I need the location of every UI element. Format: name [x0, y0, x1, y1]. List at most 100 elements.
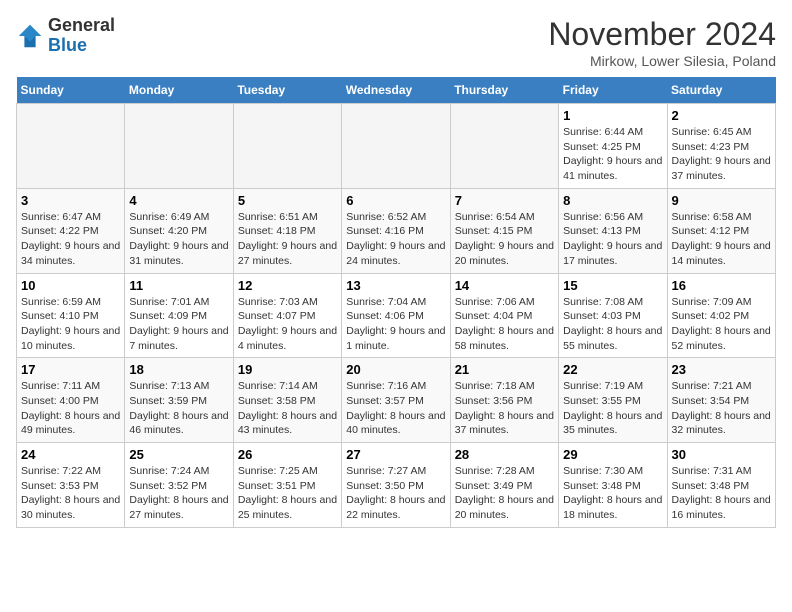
- month-title: November 2024: [548, 16, 776, 53]
- day-number: 8: [563, 193, 662, 208]
- day-number: 26: [238, 447, 337, 462]
- day-number: 22: [563, 362, 662, 377]
- calendar-cell: 26 Sunrise: 7:25 AMSunset: 3:51 PMDayligh…: [233, 443, 341, 528]
- day-info: Sunrise: 7:19 AMSunset: 3:55 PMDaylight:…: [563, 379, 662, 438]
- day-number: 27: [346, 447, 445, 462]
- day-info: Sunrise: 7:25 AMSunset: 3:51 PMDaylight:…: [238, 464, 337, 523]
- column-header-thursday: Thursday: [450, 77, 558, 104]
- calendar-week-1: 1 Sunrise: 6:44 AMSunset: 4:25 PMDaylight…: [17, 104, 776, 189]
- calendar-cell: 30 Sunrise: 7:31 AMSunset: 3:48 PMDayligh…: [667, 443, 775, 528]
- calendar-cell: 14 Sunrise: 7:06 AMSunset: 4:04 PMDayligh…: [450, 273, 558, 358]
- calendar-cell: 15 Sunrise: 7:08 AMSunset: 4:03 PMDayligh…: [559, 273, 667, 358]
- day-info: Sunrise: 6:51 AMSunset: 4:18 PMDaylight:…: [238, 210, 337, 269]
- day-info: Sunrise: 7:30 AMSunset: 3:48 PMDaylight:…: [563, 464, 662, 523]
- day-number: 11: [129, 278, 228, 293]
- day-number: 24: [21, 447, 120, 462]
- calendar-cell: 28 Sunrise: 7:28 AMSunset: 3:49 PMDayligh…: [450, 443, 558, 528]
- calendar-week-4: 17 Sunrise: 7:11 AMSunset: 4:00 PMDayligh…: [17, 358, 776, 443]
- calendar-cell: 4Sunrise: 6:49 AMSunset: 4:20 PMDaylight…: [125, 188, 233, 273]
- day-info: Sunrise: 7:06 AMSunset: 4:04 PMDaylight:…: [455, 295, 554, 354]
- calendar-cell: 19 Sunrise: 7:14 AMSunset: 3:58 PMDayligh…: [233, 358, 341, 443]
- calendar-cell: 17 Sunrise: 7:11 AMSunset: 4:00 PMDayligh…: [17, 358, 125, 443]
- day-info: Sunrise: 6:47 AMSunset: 4:22 PMDaylight:…: [21, 210, 120, 269]
- day-info: Sunrise: 7:08 AMSunset: 4:03 PMDaylight:…: [563, 295, 662, 354]
- calendar-cell: [450, 104, 558, 189]
- column-header-saturday: Saturday: [667, 77, 775, 104]
- calendar-cell: 18Sunrise: 7:13 AMSunset: 3:59 PMDayligh…: [125, 358, 233, 443]
- day-info: Sunrise: 7:13 AMSunset: 3:59 PMDaylight:…: [129, 379, 228, 438]
- day-info: Sunrise: 7:31 AMSunset: 3:48 PMDaylight:…: [672, 464, 771, 523]
- day-number: 1: [563, 108, 662, 123]
- day-number: 9: [672, 193, 771, 208]
- logo-text: General Blue: [48, 16, 115, 56]
- day-number: 10: [21, 278, 120, 293]
- day-info: Sunrise: 7:22 AMSunset: 3:53 PMDaylight:…: [21, 464, 120, 523]
- column-header-wednesday: Wednesday: [342, 77, 450, 104]
- calendar-cell: 21 Sunrise: 7:18 AMSunset: 3:56 PMDayligh…: [450, 358, 558, 443]
- day-info: Sunrise: 6:52 AMSunset: 4:16 PMDaylight:…: [346, 210, 445, 269]
- calendar-cell: 27Sunrise: 7:27 AMSunset: 3:50 PMDayligh…: [342, 443, 450, 528]
- calendar-cell: 13Sunrise: 7:04 AMSunset: 4:06 PMDayligh…: [342, 273, 450, 358]
- calendar-week-5: 24 Sunrise: 7:22 AMSunset: 3:53 PMDayligh…: [17, 443, 776, 528]
- calendar-week-3: 10 Sunrise: 6:59 AMSunset: 4:10 PMDayligh…: [17, 273, 776, 358]
- day-info: Sunrise: 7:14 AMSunset: 3:58 PMDaylight:…: [238, 379, 337, 438]
- calendar-table: SundayMondayTuesdayWednesdayThursdayFrid…: [16, 77, 776, 528]
- calendar-cell: 24 Sunrise: 7:22 AMSunset: 3:53 PMDayligh…: [17, 443, 125, 528]
- day-number: 20: [346, 362, 445, 377]
- calendar-cell: 8Sunrise: 6:56 AMSunset: 4:13 PMDaylight…: [559, 188, 667, 273]
- day-number: 15: [563, 278, 662, 293]
- day-number: 16: [672, 278, 771, 293]
- calendar-cell: [125, 104, 233, 189]
- day-number: 30: [672, 447, 771, 462]
- day-info: Sunrise: 7:24 AMSunset: 3:52 PMDaylight:…: [129, 464, 228, 523]
- calendar-cell: 9 Sunrise: 6:58 AMSunset: 4:12 PMDaylight…: [667, 188, 775, 273]
- column-header-sunday: Sunday: [17, 77, 125, 104]
- day-number: 28: [455, 447, 554, 462]
- day-info: Sunrise: 6:54 AMSunset: 4:15 PMDaylight:…: [455, 210, 554, 269]
- day-number: 17: [21, 362, 120, 377]
- day-info: Sunrise: 6:59 AMSunset: 4:10 PMDaylight:…: [21, 295, 120, 354]
- column-header-friday: Friday: [559, 77, 667, 104]
- calendar-cell: 16Sunrise: 7:09 AMSunset: 4:02 PMDayligh…: [667, 273, 775, 358]
- calendar-cell: 23Sunrise: 7:21 AMSunset: 3:54 PMDayligh…: [667, 358, 775, 443]
- day-info: Sunrise: 6:44 AMSunset: 4:25 PMDaylight:…: [563, 125, 662, 184]
- logo-icon: [16, 22, 44, 50]
- calendar-cell: 2 Sunrise: 6:45 AMSunset: 4:23 PMDaylight…: [667, 104, 775, 189]
- location: Mirkow, Lower Silesia, Poland: [548, 53, 776, 69]
- day-info: Sunrise: 7:28 AMSunset: 3:49 PMDaylight:…: [455, 464, 554, 523]
- day-info: Sunrise: 6:45 AMSunset: 4:23 PMDaylight:…: [672, 125, 771, 184]
- day-number: 6: [346, 193, 445, 208]
- day-number: 25: [129, 447, 228, 462]
- day-number: 5: [238, 193, 337, 208]
- calendar-cell: 29Sunrise: 7:30 AMSunset: 3:48 PMDayligh…: [559, 443, 667, 528]
- calendar-cell: 7 Sunrise: 6:54 AMSunset: 4:15 PMDaylight…: [450, 188, 558, 273]
- day-info: Sunrise: 7:04 AMSunset: 4:06 PMDaylight:…: [346, 295, 445, 354]
- calendar-header-row: SundayMondayTuesdayWednesdayThursdayFrid…: [17, 77, 776, 104]
- calendar-cell: 6 Sunrise: 6:52 AMSunset: 4:16 PMDaylight…: [342, 188, 450, 273]
- day-info: Sunrise: 7:16 AMSunset: 3:57 PMDaylight:…: [346, 379, 445, 438]
- day-info: Sunrise: 7:01 AMSunset: 4:09 PMDaylight:…: [129, 295, 228, 354]
- day-info: Sunrise: 7:11 AMSunset: 4:00 PMDaylight:…: [21, 379, 120, 438]
- day-number: 2: [672, 108, 771, 123]
- calendar-cell: [17, 104, 125, 189]
- day-number: 14: [455, 278, 554, 293]
- day-info: Sunrise: 7:21 AMSunset: 3:54 PMDaylight:…: [672, 379, 771, 438]
- day-number: 12: [238, 278, 337, 293]
- page-header: General Blue November 2024 Mirkow, Lower…: [16, 16, 776, 69]
- column-header-monday: Monday: [125, 77, 233, 104]
- calendar-cell: 3Sunrise: 6:47 AMSunset: 4:22 PMDaylight…: [17, 188, 125, 273]
- calendar-cell: [233, 104, 341, 189]
- day-info: Sunrise: 6:58 AMSunset: 4:12 PMDaylight:…: [672, 210, 771, 269]
- day-number: 7: [455, 193, 554, 208]
- title-block: November 2024 Mirkow, Lower Silesia, Pol…: [548, 16, 776, 69]
- day-number: 21: [455, 362, 554, 377]
- calendar-cell: 22 Sunrise: 7:19 AMSunset: 3:55 PMDayligh…: [559, 358, 667, 443]
- calendar-cell: 10 Sunrise: 6:59 AMSunset: 4:10 PMDayligh…: [17, 273, 125, 358]
- day-number: 4: [129, 193, 228, 208]
- day-info: Sunrise: 7:18 AMSunset: 3:56 PMDaylight:…: [455, 379, 554, 438]
- calendar-cell: 5 Sunrise: 6:51 AMSunset: 4:18 PMDaylight…: [233, 188, 341, 273]
- calendar-cell: 12Sunrise: 7:03 AMSunset: 4:07 PMDayligh…: [233, 273, 341, 358]
- calendar-cell: 25 Sunrise: 7:24 AMSunset: 3:52 PMDayligh…: [125, 443, 233, 528]
- calendar-cell: 11 Sunrise: 7:01 AMSunset: 4:09 PMDayligh…: [125, 273, 233, 358]
- day-number: 19: [238, 362, 337, 377]
